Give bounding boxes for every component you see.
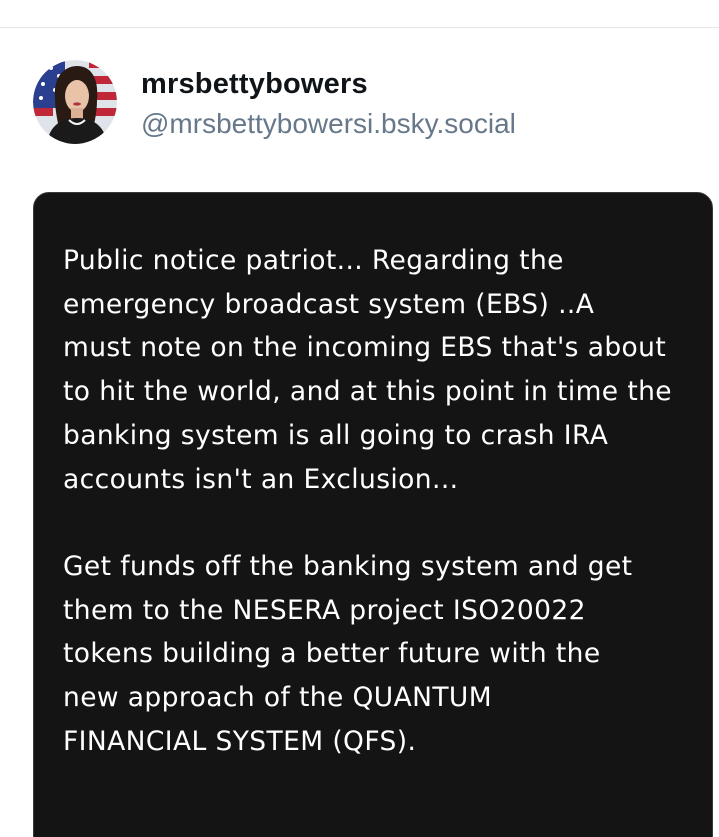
author-display-name[interactable]: mrsbettybowers bbox=[141, 64, 516, 104]
image-text: Public notice patriot... Regarding the e… bbox=[63, 239, 703, 763]
post-header: mrsbettybowers @mrsbettybowersi.bsky.soc… bbox=[33, 60, 516, 146]
embedded-image[interactable]: Public notice patriot... Regarding the e… bbox=[33, 192, 713, 837]
image-text-paragraph-2: Get funds off the banking system and get… bbox=[63, 550, 633, 757]
author-info: mrsbettybowers @mrsbettybowersi.bsky.soc… bbox=[141, 64, 516, 144]
author-avatar[interactable] bbox=[33, 60, 117, 144]
author-handle[interactable]: @mrsbettybowersi.bsky.social bbox=[141, 104, 516, 144]
avatar-image bbox=[33, 60, 117, 144]
image-text-paragraph-1: Public notice patriot... Regarding the e… bbox=[63, 245, 673, 495]
post-page: mrsbettybowers @mrsbettybowersi.bsky.soc… bbox=[0, 0, 719, 837]
top-divider bbox=[0, 27, 719, 28]
